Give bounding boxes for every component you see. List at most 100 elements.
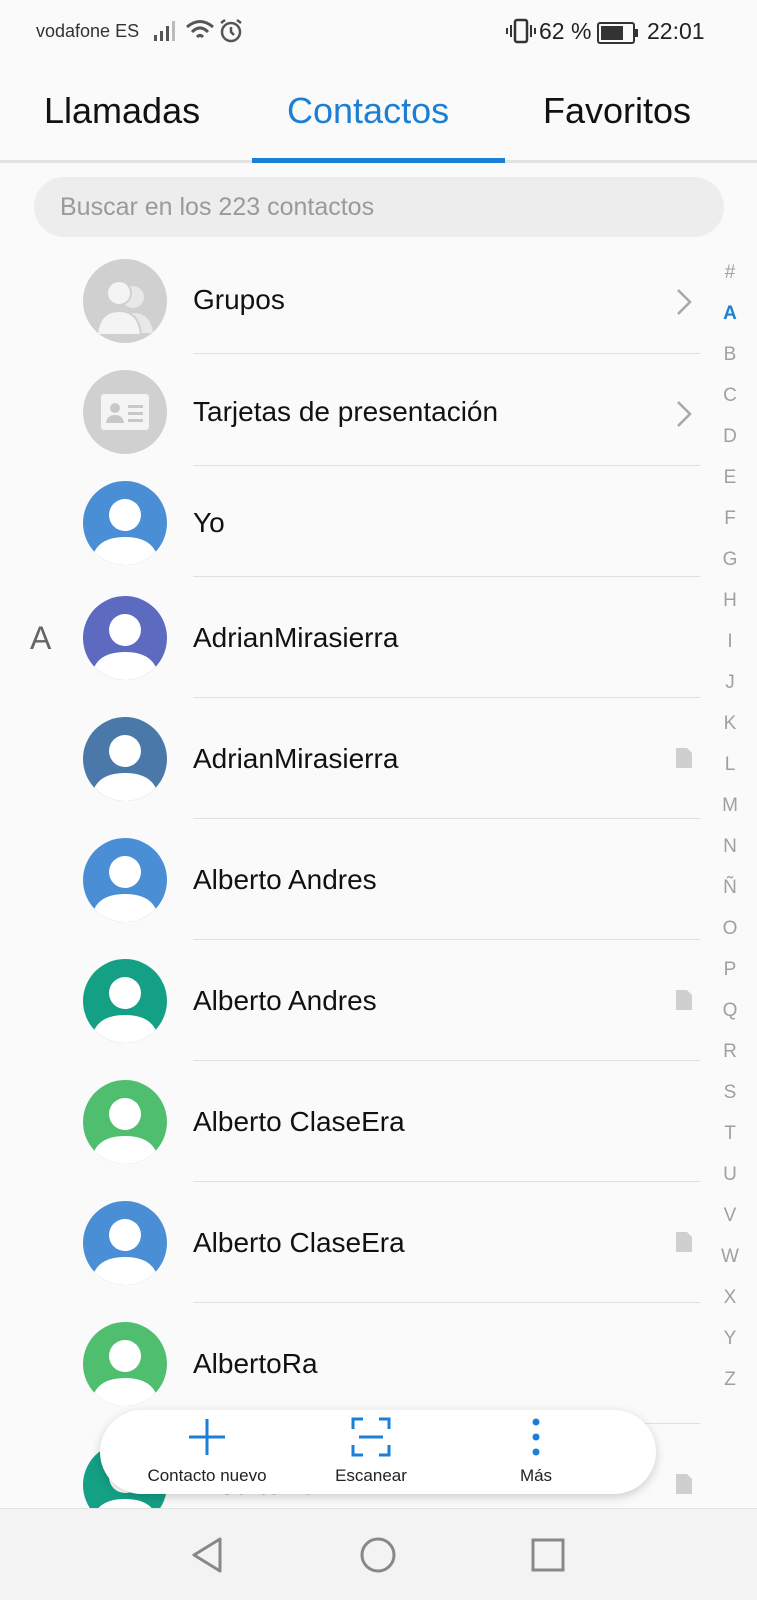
contact-name: AdrianMirasierra — [193, 622, 399, 653]
index-letter[interactable]: C — [715, 385, 745, 407]
more-label: Más — [519, 1466, 553, 1485]
person-icon — [91, 1340, 159, 1406]
scan-label: Escanear — [335, 1466, 407, 1485]
contact-avatar — [83, 717, 167, 801]
index-letter[interactable]: F — [715, 508, 745, 530]
index-letter[interactable]: X — [715, 1287, 745, 1309]
person-icon — [91, 977, 159, 1043]
person-icon — [91, 614, 159, 680]
search-input[interactable]: Buscar en los 223 contactos — [34, 177, 724, 237]
contact-card-icon — [676, 990, 692, 1010]
tab-contactos[interactable]: Contactos — [287, 90, 449, 132]
groups-icon — [83, 259, 167, 343]
index-letter[interactable]: R — [715, 1041, 745, 1063]
contact-card-icon — [676, 1474, 692, 1494]
person-icon — [91, 735, 159, 801]
groups-label: Grupos — [193, 284, 285, 315]
new-contact-button[interactable]: Contacto nuevo — [122, 1410, 292, 1494]
system-nav-bar — [0, 1508, 757, 1600]
index-letter[interactable]: Ñ — [715, 877, 745, 899]
contact-name: Alberto Andres — [193, 864, 377, 895]
tab-bar: Llamadas Contactos Favoritos — [0, 70, 757, 162]
contact-name: AdrianMirasierra — [193, 743, 399, 774]
contact-list: Grupos Tarjetas de presentación Yo A Adr… — [0, 250, 700, 1550]
contact-avatar — [83, 1080, 167, 1164]
contact-row[interactable]: AdrianMirasierra — [0, 698, 700, 819]
scan-icon — [351, 1417, 391, 1457]
index-letter[interactable]: A — [715, 303, 745, 325]
bottom-toolbar: Contacto nuevo Escanear Más — [100, 1410, 656, 1494]
wifi-icon — [186, 20, 214, 39]
contact-row[interactable]: Alberto ClaseEra — [0, 1182, 700, 1303]
index-letter[interactable]: B — [715, 344, 745, 366]
my-profile-row[interactable]: Yo — [0, 466, 700, 577]
battery-icon — [597, 22, 638, 44]
vibrate-icon — [506, 18, 536, 44]
index-letter[interactable]: O — [715, 918, 745, 940]
home-icon[interactable] — [354, 1531, 402, 1579]
index-letter[interactable]: L — [715, 754, 745, 776]
index-letter[interactable]: M — [715, 795, 745, 817]
recents-icon[interactable] — [524, 1531, 572, 1579]
more-button[interactable]: Más — [451, 1410, 621, 1494]
index-letter[interactable]: V — [715, 1205, 745, 1227]
plus-icon — [189, 1419, 225, 1455]
contact-row[interactable]: Alberto ClaseEra — [0, 1061, 700, 1182]
person-icon — [91, 856, 159, 922]
chevron-right-icon — [677, 401, 692, 427]
business-card-icon — [83, 370, 167, 454]
contact-avatar — [83, 959, 167, 1043]
contact-name: Alberto Andres — [193, 985, 377, 1016]
index-letter[interactable]: # — [715, 262, 745, 284]
contact-name: Alberto ClaseEra — [193, 1106, 405, 1137]
contact-avatar — [83, 838, 167, 922]
alarm-icon — [220, 19, 242, 43]
tab-favoritos[interactable]: Favoritos — [543, 90, 691, 132]
my-profile-label: Yo — [193, 507, 225, 538]
contact-card-icon — [676, 1232, 692, 1252]
contact-name: Alberto ClaseEra — [193, 1227, 405, 1258]
index-letter[interactable]: G — [715, 549, 745, 571]
index-letter[interactable]: D — [715, 426, 745, 448]
index-letter[interactable]: W — [715, 1246, 745, 1268]
contact-row[interactable]: AlbertoRa — [0, 1303, 700, 1424]
contact-row[interactable]: AdrianMirasierra — [0, 577, 700, 698]
contact-card-icon — [676, 748, 692, 768]
battery-percent: 62 % — [539, 18, 592, 44]
index-letter[interactable]: Y — [715, 1328, 745, 1350]
new-contact-label: Contacto nuevo — [147, 1466, 267, 1485]
chevron-right-icon — [677, 289, 692, 315]
index-letter[interactable]: H — [715, 590, 745, 612]
index-letter[interactable]: K — [715, 713, 745, 735]
index-letter[interactable]: I — [715, 631, 745, 653]
contact-name: AlbertoRa — [193, 1348, 318, 1379]
status-bar: vodafone ES 62 % 22:01 — [0, 0, 757, 64]
contact-row[interactable]: Alberto Andres — [0, 940, 700, 1061]
index-letter[interactable]: U — [715, 1164, 745, 1186]
contact-row[interactable]: Alberto Andres — [0, 819, 700, 940]
index-letter[interactable]: P — [715, 959, 745, 981]
business-cards-label: Tarjetas de presentación — [193, 396, 499, 427]
index-letter[interactable]: Q — [715, 1000, 745, 1022]
back-icon[interactable] — [184, 1531, 232, 1579]
clock: 22:01 — [647, 18, 705, 44]
index-letter[interactable]: J — [715, 672, 745, 694]
more-vertical-icon — [532, 1418, 540, 1456]
index-letter[interactable]: N — [715, 836, 745, 858]
index-letter[interactable]: S — [715, 1082, 745, 1104]
index-letter[interactable]: T — [715, 1123, 745, 1145]
person-icon — [91, 1098, 159, 1164]
signal-icon — [154, 21, 175, 41]
scan-button[interactable]: Escanear — [286, 1410, 456, 1494]
contact-avatar — [83, 1201, 167, 1285]
index-letter[interactable]: E — [715, 467, 745, 489]
contact-avatar — [83, 1322, 167, 1406]
tab-llamadas[interactable]: Llamadas — [44, 90, 200, 132]
active-tab-indicator — [252, 158, 505, 163]
index-letter[interactable]: Z — [715, 1369, 745, 1391]
contact-avatar — [83, 596, 167, 680]
person-icon — [91, 1219, 159, 1285]
business-cards-row[interactable]: Tarjetas de presentación — [0, 354, 700, 466]
carrier-label: vodafone ES — [36, 21, 140, 41]
groups-row[interactable]: Grupos — [0, 250, 700, 354]
